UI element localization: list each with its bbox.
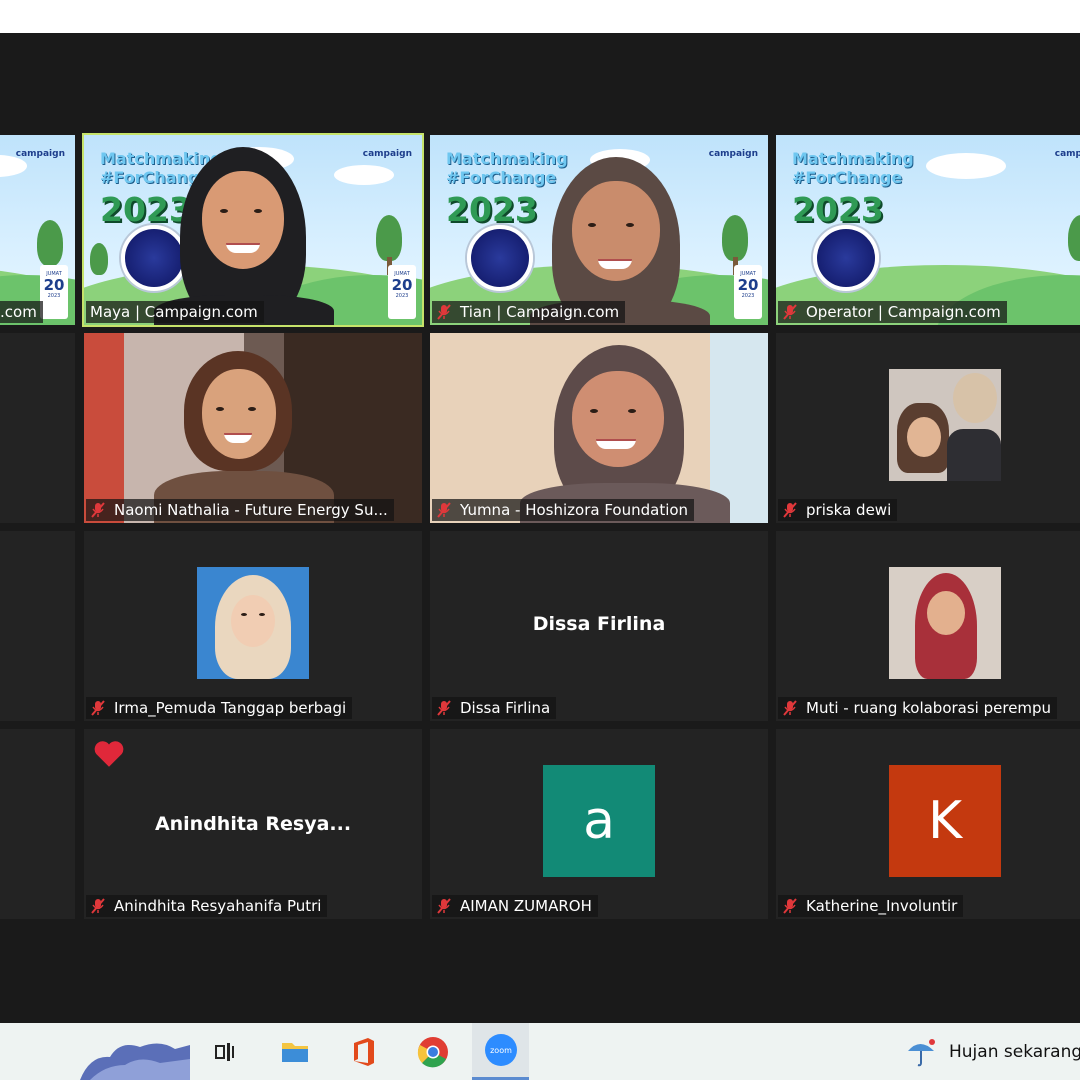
office-button[interactable] [335, 1023, 392, 1080]
virtual-background: Matchmaking #ForChange 2023 campaign [776, 135, 1080, 325]
banner-emblem [121, 225, 187, 291]
mic-muted-icon [783, 898, 797, 914]
heart-reaction-icon [94, 741, 124, 767]
file-explorer-button[interactable] [266, 1023, 323, 1080]
mic-muted-icon [437, 304, 451, 320]
taskbar-decoration [80, 1043, 190, 1080]
profile-photo [889, 567, 1001, 679]
participant-name-tag: Katherine_Involuntir [778, 895, 964, 917]
participant-name-tag: .com [0, 301, 43, 323]
mic-muted-icon [437, 898, 451, 914]
video-tile[interactable]: Naomi Nathalia - Future Energy Su... [84, 333, 422, 523]
campaign-logo: campaign [362, 149, 412, 159]
participant-name-tag: Yumna - Hoshizora Foundation [432, 499, 695, 521]
profile-photo [197, 567, 309, 679]
participant-name-tag: priska dewi [778, 499, 898, 521]
participant-display-name: Anindhita Resya... [154, 813, 352, 835]
participant-name-tag: Maya | Campaign.com [86, 301, 264, 323]
video-tile-partial[interactable]: campaign JUMAT 20 2023 .com [0, 135, 75, 325]
weather-widget[interactable]: Hujan sekarang [905, 1037, 1080, 1067]
svg-text:zoom: zoom [490, 1046, 512, 1055]
participant-name-tag: Operator | Campaign.com [778, 301, 1007, 323]
zoom-icon: zoom [484, 1034, 517, 1066]
banner-title: Matchmaking #ForChange [792, 149, 914, 187]
weather-text: Hujan sekarang [949, 1042, 1080, 1062]
video-tile-partial[interactable] [0, 531, 75, 721]
file-explorer-icon [281, 1042, 308, 1062]
banner-year: 2023 [792, 190, 884, 229]
mic-muted-icon [91, 898, 105, 914]
video-tile-partial[interactable] [0, 333, 75, 523]
participant-name-tag: AIMAN ZUMAROH [432, 895, 598, 917]
video-tile-active-speaker[interactable]: Matchmaking #ForChange 2023 campaign JUM… [82, 133, 424, 327]
participant-name-tag: Dissa Firlina [432, 697, 557, 719]
event-date-card: JUMAT 20 2023 [388, 265, 416, 319]
windows-taskbar: zoom Hujan sekarang [0, 1023, 1080, 1080]
mic-muted-icon [783, 700, 797, 716]
mic-muted-icon [437, 502, 451, 518]
mic-muted-icon [91, 700, 105, 716]
letter-avatar: a [543, 765, 655, 877]
video-tile[interactable]: Yumna - Hoshizora Foundation [430, 333, 768, 523]
chrome-icon [417, 1036, 448, 1067]
participant-name-tag: Tian | Campaign.com [432, 301, 626, 323]
virtual-background: campaign JUMAT 20 2023 [0, 135, 75, 325]
zoom-gallery-view: campaign JUMAT 20 2023 .com Matchmaking #F… [0, 33, 1080, 1023]
participant-display-name: Dissa Firlina [532, 613, 666, 635]
office-icon [353, 1037, 374, 1066]
mic-muted-icon [437, 700, 451, 716]
video-tile-no-video[interactable]: K Katherine_Involuntir [776, 729, 1080, 919]
umbrella-rain-icon [908, 1039, 935, 1067]
mic-muted-icon [91, 502, 105, 518]
video-tile[interactable]: Matchmaking #ForChange 2023 campaign Ope… [776, 135, 1080, 325]
event-date-card: JUMAT 20 2023 [734, 265, 762, 319]
zoom-button[interactable]: zoom [472, 1023, 529, 1080]
video-tile-partial[interactable] [0, 729, 75, 919]
participant-name-tag: Naomi Nathalia - Future Energy Su... [86, 499, 394, 521]
video-tile-no-video[interactable]: Anindhita Resya... Anindhita Resyahanifa… [84, 729, 422, 919]
profile-photo [889, 369, 1001, 481]
banner-emblem [813, 225, 879, 291]
video-tile-no-video[interactable]: a AIMAN ZUMAROH [430, 729, 768, 919]
event-date-card: JUMAT 20 2023 [40, 265, 68, 319]
participant-name-tag: Anindhita Resyahanifa Putri [86, 895, 328, 917]
video-tile[interactable]: Matchmaking #ForChange 2023 campaign JUM… [430, 135, 768, 325]
banner-emblem [467, 225, 533, 291]
campaign-logo: campaign [1054, 149, 1080, 159]
participant-name-tag: Irma_Pemuda Tanggap berbagi [86, 697, 353, 719]
video-tile[interactable]: Irma_Pemuda Tanggap berbagi [84, 531, 422, 721]
video-tile[interactable]: priska dewi [776, 333, 1080, 523]
task-view-icon [214, 1042, 234, 1061]
task-view-button[interactable] [196, 1023, 253, 1080]
video-tile-no-video[interactable]: Dissa Firlina Dissa Firlina [430, 531, 768, 721]
campaign-logo: campaign [708, 149, 758, 159]
mic-muted-icon [783, 502, 797, 518]
banner-year: 2023 [100, 190, 192, 229]
banner-year: 2023 [446, 190, 538, 229]
chrome-button[interactable] [404, 1023, 461, 1080]
campaign-logo: campaign [15, 149, 65, 159]
video-tile[interactable]: Muti - ruang kolaborasi perempu [776, 531, 1080, 721]
letter-avatar: K [889, 765, 1001, 877]
banner-title: Matchmaking #ForChange [446, 149, 568, 187]
top-margin [0, 0, 1080, 33]
mic-muted-icon [783, 304, 797, 320]
participant-name-tag: Muti - ruang kolaborasi perempu [778, 697, 1058, 719]
